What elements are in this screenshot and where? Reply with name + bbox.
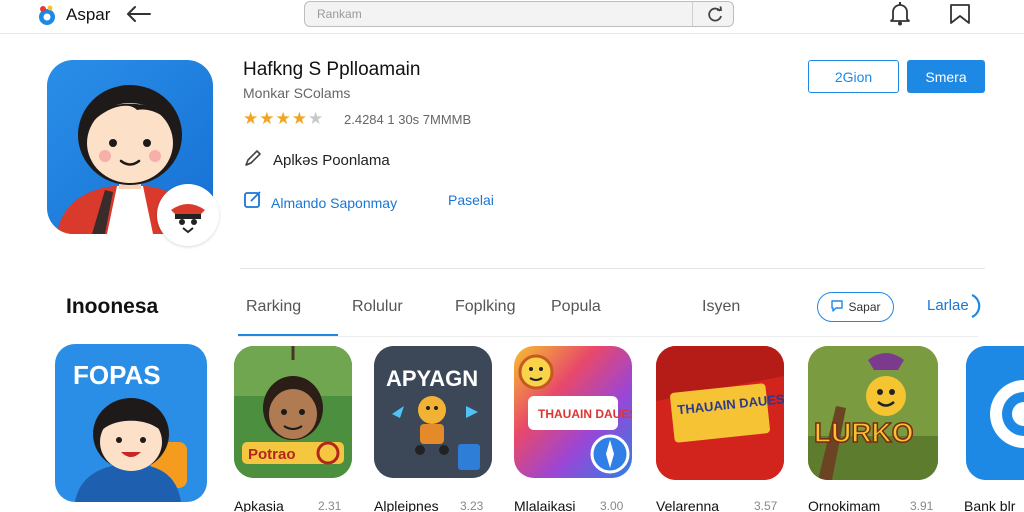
app-card-name[interactable]: Velarenna xyxy=(656,498,719,512)
section-title: Inoonesa xyxy=(66,295,159,318)
app-card-meta: 2.31 xyxy=(318,499,342,512)
category-label: Aplkəs Poonlama xyxy=(273,152,390,169)
primary-link[interactable]: Almando Saponmay xyxy=(271,195,397,211)
app-card-name[interactable]: Bank blr xyxy=(964,498,1015,512)
tab-trending[interactable]: Popula xyxy=(551,298,601,316)
outline-button[interactable]: 2Gion xyxy=(808,60,899,93)
see-more-link[interactable]: Larlae xyxy=(927,297,969,314)
tab-new[interactable]: Isyen xyxy=(702,298,740,316)
app-card-icon-text: THAUAIN DAUES xyxy=(538,407,632,421)
tab-top[interactable]: Foplking xyxy=(455,298,515,316)
edit-square-icon xyxy=(243,190,263,215)
app-card-icon-text: FOPAS xyxy=(73,360,161,390)
star-icon: ★ xyxy=(243,109,260,128)
app-card-icon[interactable]: FOPAS xyxy=(55,344,207,502)
star-icon: ★ xyxy=(275,109,292,128)
install-button[interactable]: Smera xyxy=(907,60,985,93)
app-badge-icon xyxy=(157,184,219,246)
star-empty-icon: ★ xyxy=(308,109,325,128)
app-card-name[interactable]: Ornokimam xyxy=(808,498,880,512)
category-row[interactable]: Aplkəs Poonlama xyxy=(243,148,390,173)
app-card-icon-text: Potrao xyxy=(248,446,296,463)
search-placeholder: Rankam xyxy=(317,7,362,21)
app-card-name[interactable]: Alpleipnes xyxy=(374,498,439,512)
pen-icon xyxy=(243,148,263,173)
star-icon: ★ xyxy=(259,109,276,128)
app-card-icon-text: LURKO xyxy=(814,417,914,448)
back-arrow-icon[interactable] xyxy=(124,4,152,24)
app-card-icon[interactable]: THAUAIN DAUES xyxy=(656,346,784,480)
top-bar: Aspar Rankam xyxy=(0,0,1024,34)
link-row[interactable]: Almando Saponmay xyxy=(243,190,397,215)
app-card-icon[interactable]: Potrao xyxy=(234,346,352,478)
app-card-meta: 3.91 xyxy=(910,499,934,512)
hero-divider xyxy=(240,268,985,269)
tab-popular[interactable]: Rolulur xyxy=(352,298,403,316)
refresh-icon[interactable] xyxy=(705,5,725,25)
brand[interactable]: Aspar xyxy=(36,4,110,26)
tabs-divider xyxy=(238,336,978,337)
active-tab-indicator xyxy=(238,334,338,336)
star-icon: ★ xyxy=(291,109,308,128)
app-developer[interactable]: Monkar SColams xyxy=(243,85,350,101)
app-card-icon[interactable]: THAUAIN DAUES xyxy=(514,346,632,478)
rating-stars: ★★★★★ xyxy=(243,109,324,129)
chevron-right-icon[interactable] xyxy=(966,292,986,320)
search-input[interactable]: Rankam xyxy=(304,1,734,27)
pill-label: Sapar xyxy=(848,300,881,314)
app-card-meta: 3.00 xyxy=(600,499,624,512)
app-title: Hafkng S Pplloamain xyxy=(243,59,421,80)
app-card-meta: 3.57 xyxy=(754,499,778,512)
filter-pill-button[interactable]: Sapar xyxy=(817,292,894,322)
app-card-meta: 3.23 xyxy=(460,499,484,512)
app-card-name[interactable]: Mlalaikasi xyxy=(514,498,575,512)
chat-bubble-icon xyxy=(830,299,844,316)
app-card-icon[interactable] xyxy=(966,346,1024,480)
app-card-name[interactable]: Apkasia xyxy=(234,498,284,512)
app-card-icon[interactable]: APYAGN xyxy=(374,346,492,478)
secondary-link[interactable]: Paselai xyxy=(448,192,494,208)
brand-logo-icon xyxy=(36,4,58,26)
bell-icon[interactable] xyxy=(888,1,912,27)
search-divider xyxy=(692,2,693,26)
tab-ranking[interactable]: Rarking xyxy=(246,298,301,316)
rating-summary: 2.4284 1 30s 7MMMB xyxy=(344,112,472,127)
brand-name: Aspar xyxy=(66,5,111,24)
app-card-icon-text: APYAGN xyxy=(386,366,478,391)
bookmark-icon[interactable] xyxy=(948,2,972,26)
app-card-icon[interactable]: LURKO xyxy=(808,346,938,480)
